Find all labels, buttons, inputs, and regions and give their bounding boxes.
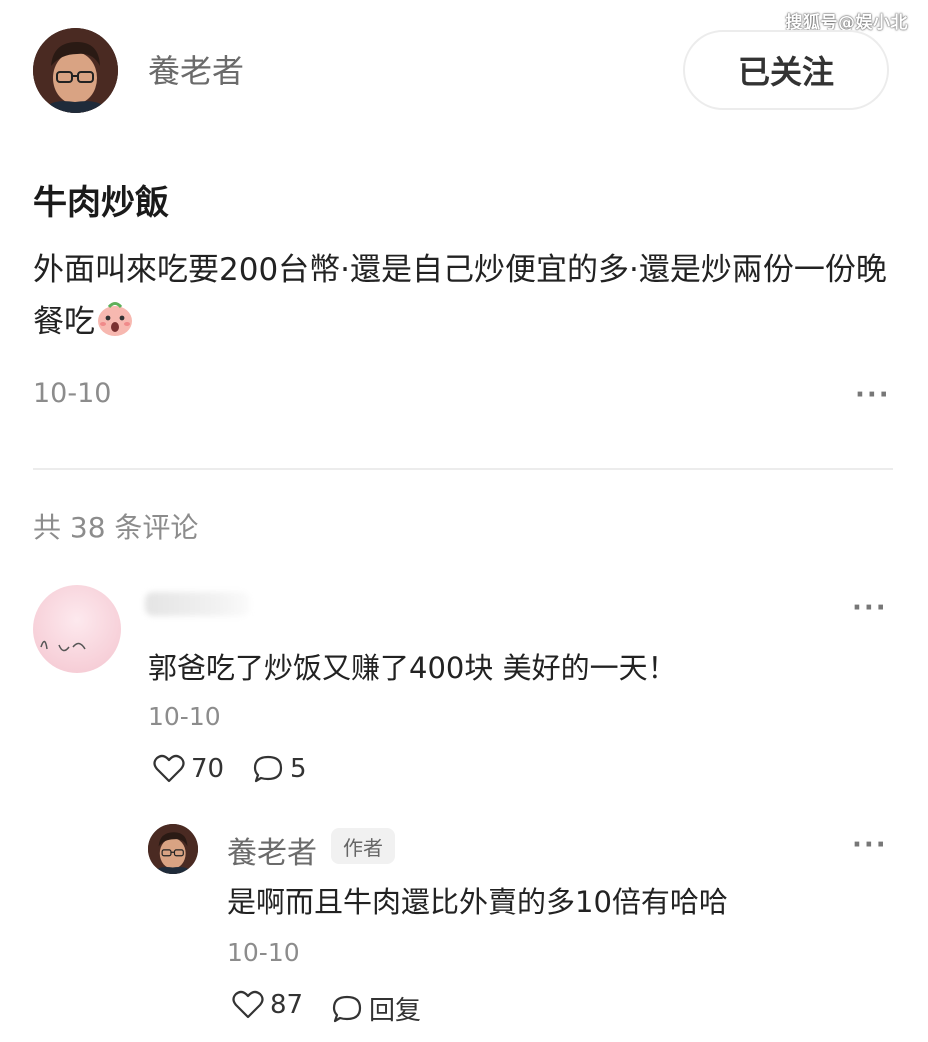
speech-bubble-icon [332, 995, 362, 1022]
speech-bubble-icon [253, 755, 283, 783]
post-body-text: 外面叫來吃要200台幣·還是自己炒便宜的多·還是炒兩份一份晚餐吃 [33, 252, 887, 340]
avatar-portrait-icon [33, 28, 118, 113]
comment-reply-button[interactable]: 5 [252, 754, 307, 784]
post-body: 外面叫來吃要200台幣·還是自己炒便宜的多·還是炒兩份一份晚餐吃 [33, 244, 893, 348]
author-badge: 作者 [331, 828, 395, 864]
reply-more-icon[interactable]: ··· [852, 830, 888, 860]
comment-like-count: 70 [191, 754, 225, 784]
divider [33, 468, 893, 470]
commenter-avatar-icon [33, 585, 121, 673]
post-title: 牛肉炒飯 [33, 183, 169, 223]
reply-like-count: 87 [270, 990, 304, 1020]
heart-outline-icon [232, 990, 264, 1019]
follow-button[interactable]: 已关注 [683, 30, 889, 110]
author-avatar[interactable] [33, 28, 118, 113]
reply-reply-button[interactable]: 回复 [331, 990, 421, 1027]
scared-face-emoji-icon [95, 300, 135, 338]
heart-outline-icon [153, 754, 185, 783]
comment-date: 10-10 [148, 702, 221, 731]
reply-text: 是啊而且牛肉還比外賣的多10倍有哈哈 [227, 885, 728, 919]
comment-count: 共 38 条评论 [33, 511, 199, 544]
commenter-name-blurred [145, 592, 250, 616]
reply-date: 10-10 [227, 938, 300, 967]
reply-like-button[interactable]: 87 [232, 990, 303, 1020]
post-date: 10-10 [33, 378, 112, 409]
comment-more-icon[interactable]: ··· [852, 593, 888, 623]
comment-reply-count: 5 [290, 754, 307, 784]
reply-author-avatar[interactable] [148, 824, 198, 874]
post-more-icon[interactable]: ··· [855, 380, 891, 410]
comment-text: 郭爸吃了炒饭又赚了400块 美好的一天！ [148, 651, 677, 685]
commenter-avatar[interactable] [33, 585, 121, 673]
reply-reply-label: 回复 [369, 996, 422, 1026]
author-name[interactable]: 養老者 [148, 46, 244, 92]
reply-author-name[interactable]: 養老者 [227, 828, 317, 872]
avatar-portrait-icon [148, 824, 198, 874]
comment-like-button[interactable]: 70 [153, 754, 224, 784]
